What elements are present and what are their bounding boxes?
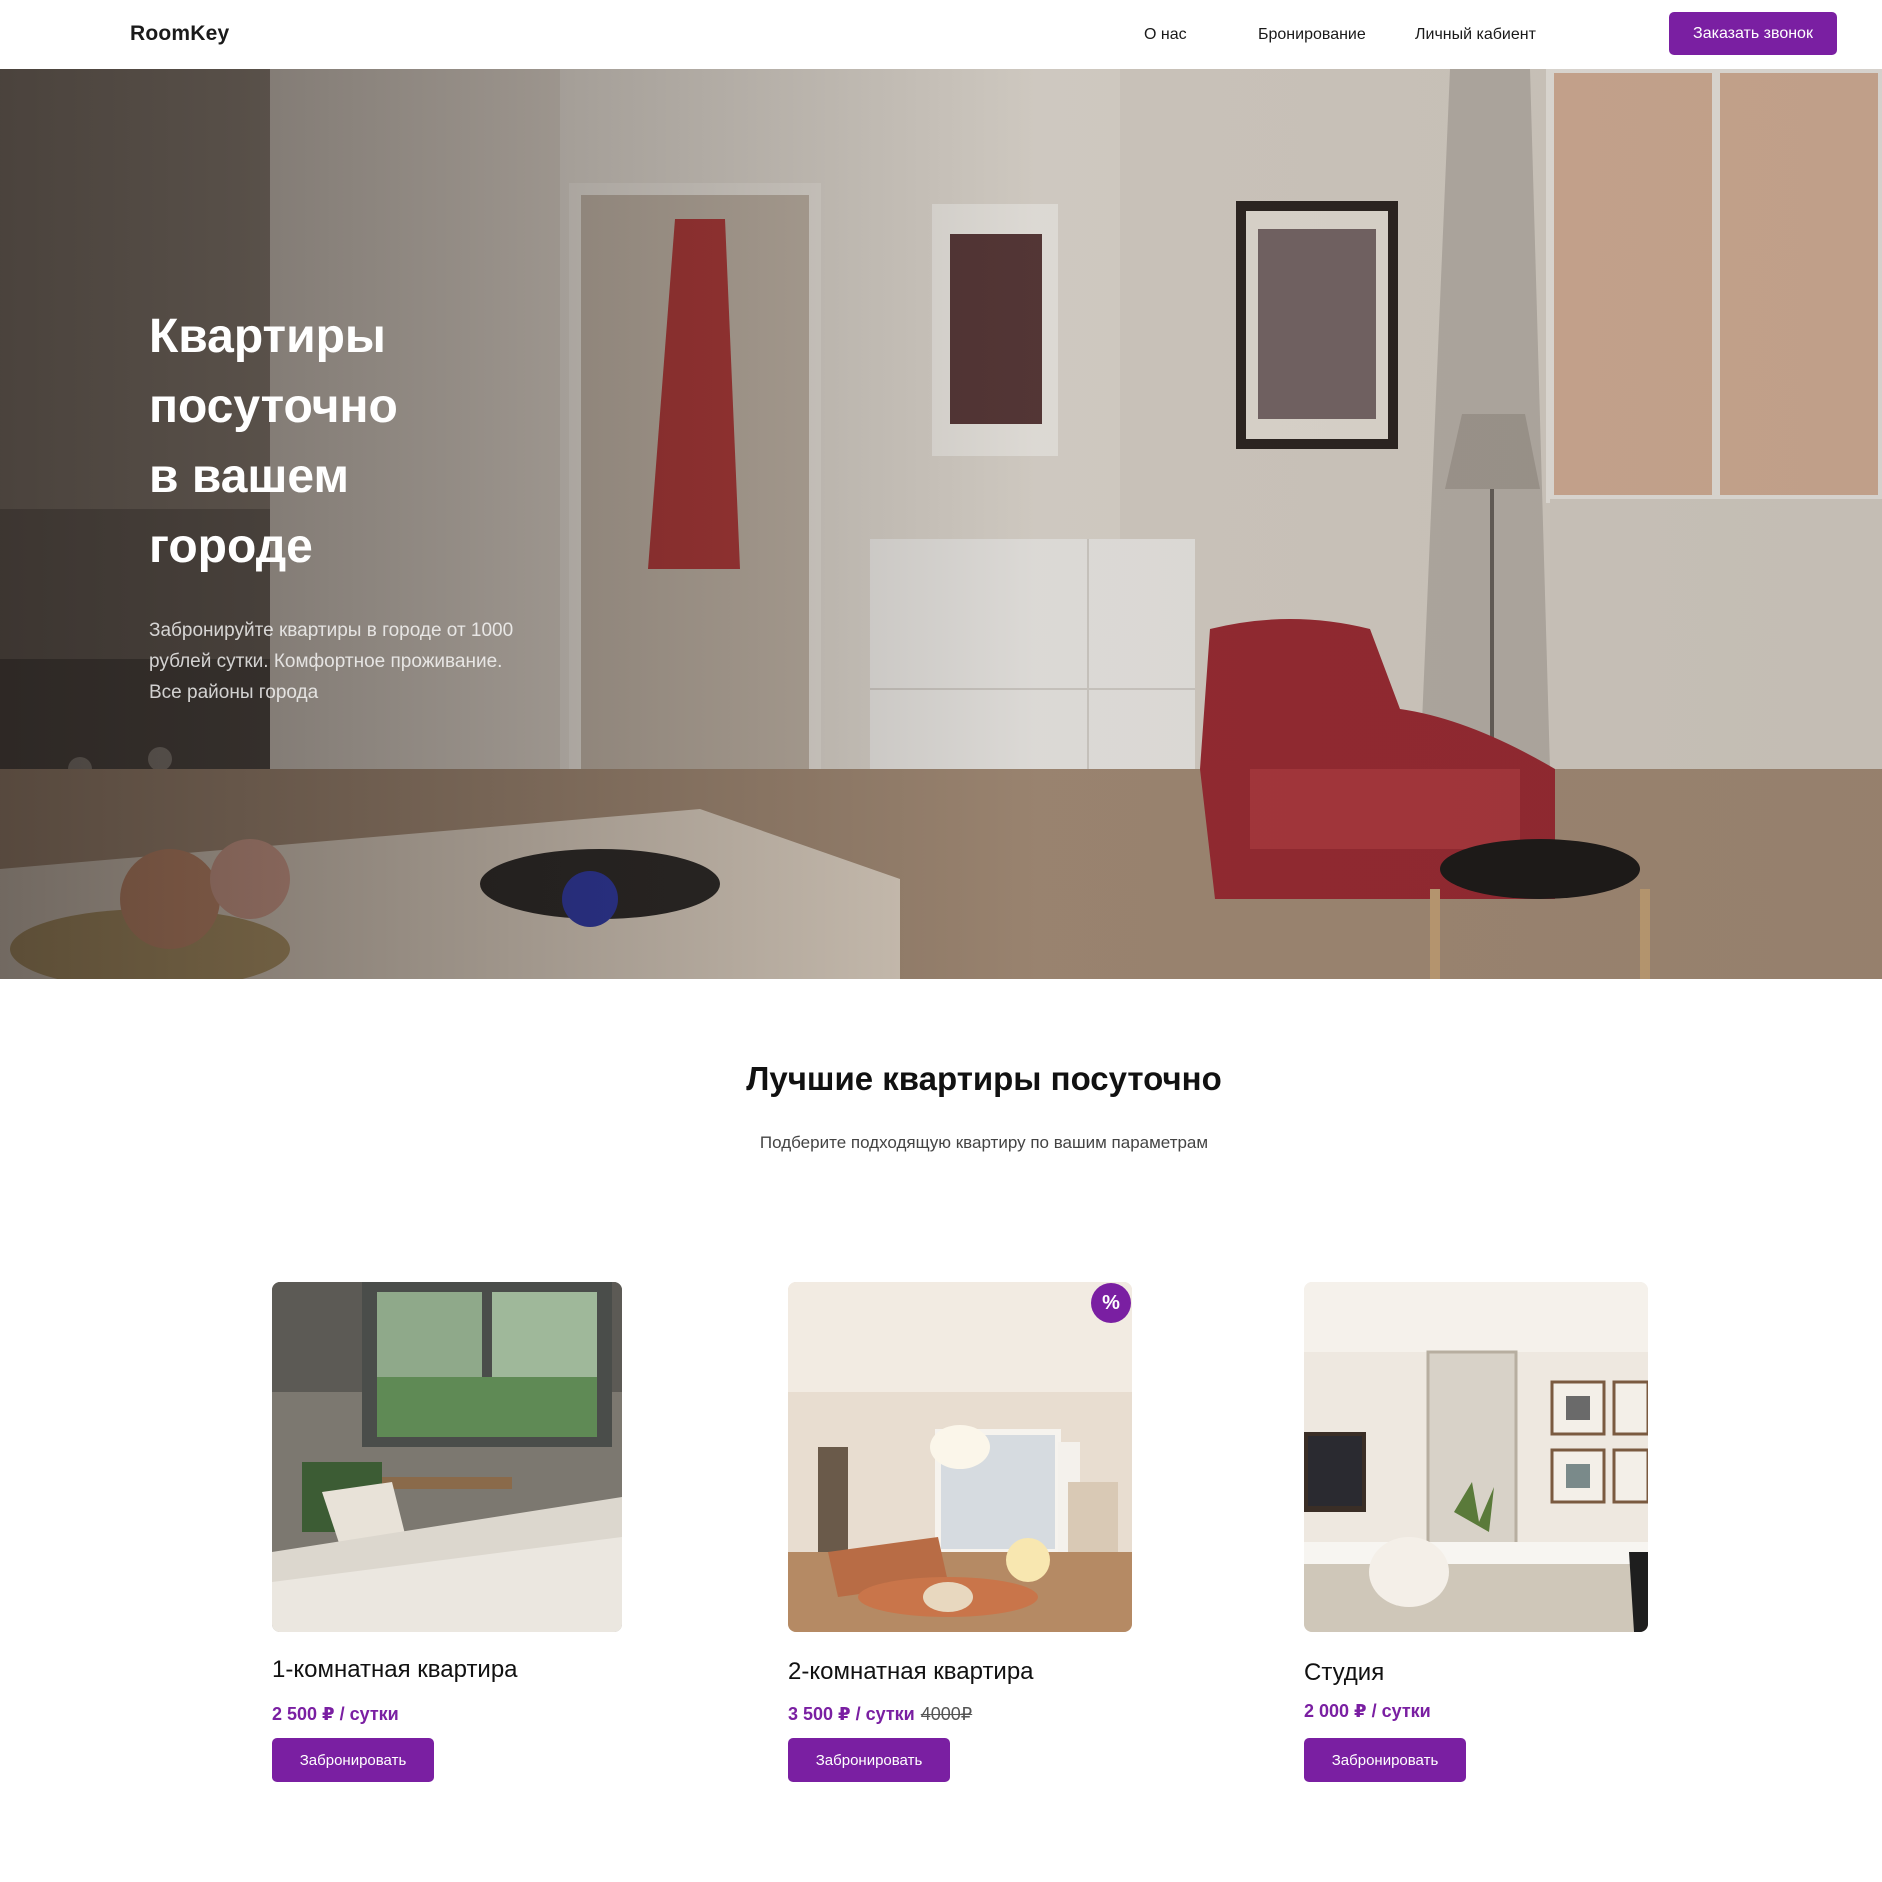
apartment-price: 2 500 ₽ / сутки [272,1704,399,1724]
order-call-button[interactable]: Заказать звонок [1669,12,1837,55]
old-price: 4000₽ [920,1704,973,1724]
hero-subtitle: Забронируйте квартиры в городе от 1000 р… [149,620,514,703]
apartment-name: 1-комнатная квартира [272,1656,518,1683]
apartment-name: Студия [1304,1659,1385,1686]
nav-link-account[interactable]: Личный кабиент [1415,26,1536,44]
nav-link-booking[interactable]: Бронирование [1258,26,1366,44]
section-title: Лучшие квартиры посуточно [746,1060,1222,1097]
discount-badge: % [1091,1283,1131,1323]
book-button[interactable]: Забронировать [1304,1738,1466,1782]
apartment-photo[interactable] [1304,1282,1648,1632]
apartment-photo[interactable]: % [788,1282,1132,1632]
book-button[interactable]: Забронировать [788,1738,950,1782]
apartment-name: 2-комнатная квартира [788,1658,1034,1685]
nav-link-about[interactable]: О нас [1144,26,1187,44]
apartment-card: Студия 2 000 ₽ / сутки Забронировать [1304,1282,1654,1782]
hero-banner: Квартиры посуточно в вашем городе Заброн… [0,69,1882,979]
book-button[interactable]: Забронировать [272,1738,434,1782]
apartment-price: 3 500 ₽ / сутки 4000₽ [788,1704,973,1724]
top-nav: RoomKey О нас Бронирование Личный кабиен… [0,0,1882,69]
hero-title: Квартиры посуточно в вашем городе [149,310,398,573]
section-subtitle: Подберите подходящую квартиру по вашим п… [759,1133,1209,1152]
apartment-card: 1-комнатная квартира 2 500 ₽ / сутки Заб… [272,1282,622,1782]
apartment-card: % 2-комнатная квартира 3 500 ₽ / сутки 40… [788,1282,1138,1782]
apartment-photo[interactable] [272,1282,622,1632]
apartment-price: 2 000 ₽ / сутки [1304,1701,1431,1721]
logo[interactable]: RoomKey [130,22,229,46]
